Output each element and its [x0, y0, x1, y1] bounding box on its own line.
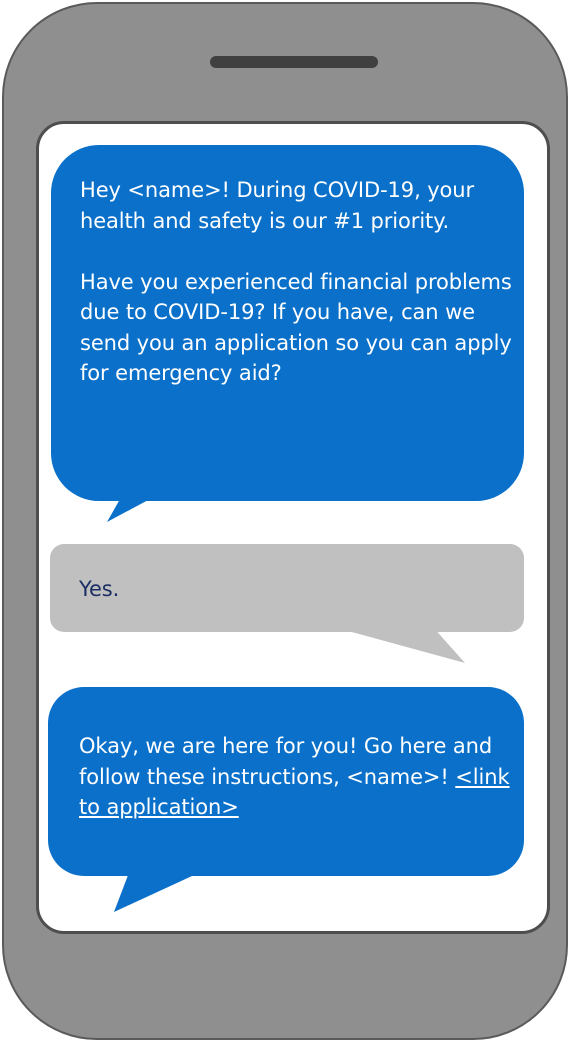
- outgoing-message-bubble: Yes.: [50, 544, 524, 632]
- incoming-message-bubble: Okay, we are here for you! Go here and f…: [48, 687, 524, 876]
- message-body: Okay, we are here for you! Go here and f…: [79, 734, 493, 789]
- message-text: Okay, we are here for you! Go here and f…: [79, 731, 514, 823]
- message-text: Hey <name>! During COVID-19, your health…: [80, 178, 512, 385]
- message-3-tail: [114, 870, 205, 912]
- incoming-message-bubble: Hey <name>! During COVID-19, your health…: [51, 145, 524, 501]
- message-text: Yes.: [79, 577, 120, 601]
